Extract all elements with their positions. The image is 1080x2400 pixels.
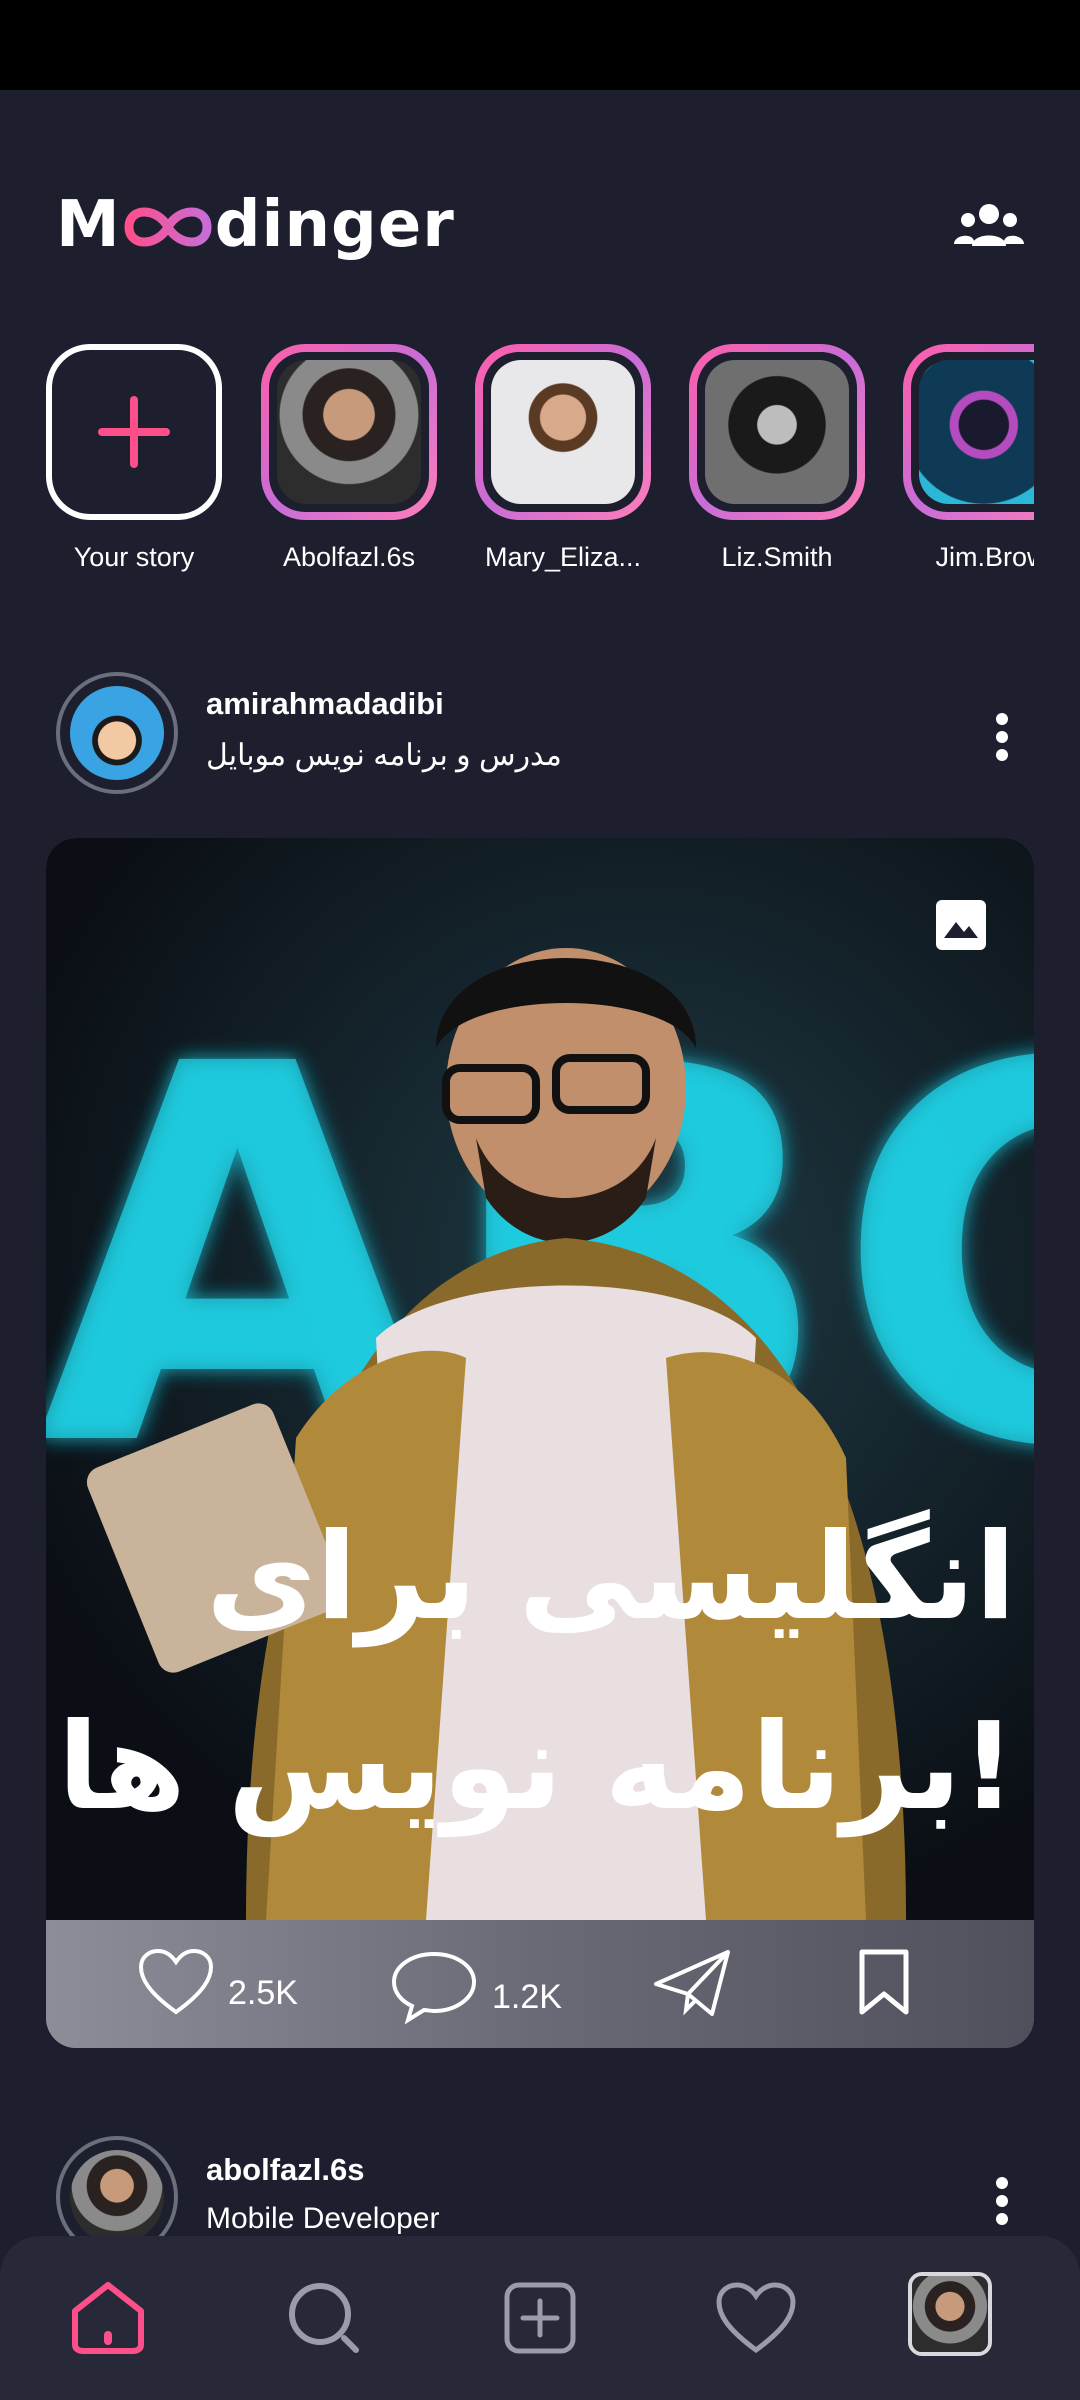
profile-avatar[interactable]	[908, 2272, 992, 2356]
comment-icon	[391, 1951, 477, 2024]
story-item[interactable]: Mary_Eliza...	[475, 344, 651, 573]
story-avatar	[277, 360, 421, 504]
post-image-caption-1: انگلیسی برای	[206, 1508, 1016, 1647]
post-header: amirahmadadibi مدرس و برنامه نویس موبایل	[56, 672, 1024, 802]
nav-add-post[interactable]	[498, 2276, 582, 2360]
story-name: Mary_Eliza...	[484, 542, 642, 572]
story-name: Abolfazl.6s	[282, 542, 416, 572]
nav-activity[interactable]	[714, 2276, 798, 2360]
image-type-icon	[936, 900, 986, 950]
post-username[interactable]: amirahmadadibi	[206, 686, 444, 722]
story-item[interactable]: Liz.Smith	[689, 344, 865, 573]
post-avatar[interactable]	[56, 672, 178, 794]
story-item[interactable]: Abolfazl.6s	[261, 344, 437, 573]
post-image[interactable]: ABC ABC انگلیسی برای برنامه نویس ها!	[46, 838, 1034, 1920]
comment-count: 1.2K	[492, 1977, 562, 2016]
bottom-navigation	[0, 2236, 1080, 2400]
post-actions-bar: 2.5K 1.2K	[46, 1920, 1034, 2048]
post-bio: مدرس و برنامه نویس موبایل	[206, 739, 562, 772]
comment-button[interactable]: 1.2K	[390, 1948, 562, 2024]
add-story-button[interactable]	[46, 344, 222, 520]
search-icon	[289, 2283, 359, 2353]
app-logo: M dinger	[56, 188, 455, 262]
heart-icon	[716, 2282, 796, 2354]
nav-search[interactable]	[282, 2276, 366, 2360]
plus-icon	[98, 396, 170, 468]
more-options-icon[interactable]	[992, 2176, 1012, 2226]
bookmark-button[interactable]	[858, 1948, 910, 2016]
like-count: 2.5K	[228, 1973, 298, 2012]
add-post-icon	[504, 2282, 576, 2354]
nav-home[interactable]	[66, 2276, 150, 2360]
story-avatar	[491, 360, 635, 504]
story-name: Liz.Smith	[721, 542, 833, 572]
post-bio: Mobile Developer	[206, 2202, 440, 2235]
post-username[interactable]: abolfazl.6s	[206, 2152, 365, 2188]
story-avatar	[919, 360, 1034, 504]
like-button[interactable]: 2.5K	[138, 1948, 298, 2016]
story-name: Your story	[73, 542, 195, 572]
heart-icon	[138, 1948, 214, 2015]
people-icon[interactable]	[954, 202, 1024, 252]
send-icon	[654, 1950, 730, 2016]
home-icon	[72, 2282, 144, 2354]
post-image-caption-2: برنامه نویس ها!	[58, 1698, 1016, 1837]
share-button[interactable]	[652, 1948, 732, 2018]
story-avatar	[705, 360, 849, 504]
status-bar	[0, 0, 1080, 90]
story-name: Jim.Brow	[935, 542, 1034, 572]
infinity-icon	[123, 197, 213, 253]
story-add[interactable]: Your story	[46, 344, 222, 573]
story-item[interactable]: Jim.Brow	[903, 344, 1034, 573]
app-header: M dinger	[0, 180, 1080, 280]
bookmark-icon	[859, 1949, 909, 2015]
stories-row: Your story Abolfazl.6s Mary_Eliza... Liz…	[46, 344, 1034, 584]
more-options-icon[interactable]	[992, 712, 1012, 762]
post-card: ABC ABC انگلیسی برای برنامه نویس ها!	[46, 838, 1034, 2048]
